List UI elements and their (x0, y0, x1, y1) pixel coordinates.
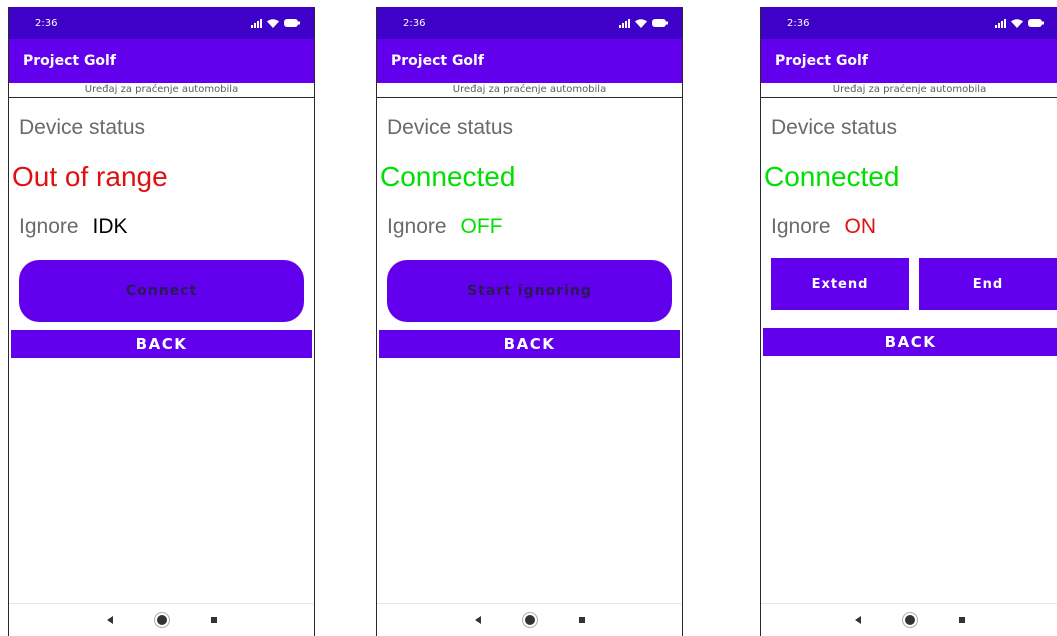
status-time: 2:36 (403, 17, 426, 29)
connection-status: Connected (380, 161, 516, 192)
ignore-value: IDK (92, 215, 128, 238)
connect-button[interactable]: Connect (19, 260, 304, 322)
back-triangle-icon[interactable] (106, 616, 113, 624)
end-button[interactable]: End (919, 258, 1057, 310)
home-circle-icon[interactable] (904, 615, 915, 625)
ignore-row: Ignore IDK (19, 215, 128, 239)
app-bar-title: Project Golf (9, 39, 314, 83)
ignore-value: OFF (460, 215, 503, 238)
wifi-icon (1011, 18, 1023, 28)
battery-icon (1028, 19, 1044, 27)
recent-square-icon[interactable] (578, 617, 585, 623)
phone-screen-connected-on: 2:36 Project Golf Uređaj za praćenje aut… (760, 7, 1057, 636)
status-bar: 2:36 (9, 7, 314, 39)
back-button[interactable]: BACK (379, 330, 680, 358)
home-circle-icon[interactable] (156, 615, 167, 625)
status-time: 2:36 (35, 17, 58, 29)
wifi-icon (267, 18, 279, 28)
ignore-label: Ignore (771, 215, 831, 238)
ignore-row: Ignore ON (771, 215, 876, 239)
status-icons (251, 18, 300, 28)
ignore-label: Ignore (387, 215, 447, 238)
android-nav-bar (377, 603, 682, 636)
recent-square-icon[interactable] (958, 617, 965, 623)
device-status-label: Device status (387, 116, 514, 139)
app-subtitle: Uređaj za praćenje automobila (761, 83, 1057, 98)
ignore-label: Ignore (19, 215, 79, 238)
extend-button[interactable]: Extend (771, 258, 909, 310)
ignore-row: Ignore OFF (387, 215, 503, 239)
ignore-value: ON (844, 215, 877, 238)
signal-icon (251, 18, 262, 28)
status-bar: 2:36 (761, 7, 1057, 39)
app-subtitle: Uređaj za praćenje automobila (9, 83, 314, 98)
phone-screen-connected-off: 2:36 Project Golf Uređaj za praćenje aut… (376, 7, 683, 636)
android-nav-bar (761, 603, 1057, 636)
app-bar-title: Project Golf (377, 39, 682, 83)
phone-screen-out-of-range: 2:36 Project Golf Uređaj za praćenje aut… (8, 7, 315, 636)
start-ignoring-button[interactable]: Start ignoring (387, 260, 672, 322)
connection-status: Out of range (12, 161, 168, 192)
battery-icon (284, 19, 300, 27)
signal-icon (995, 18, 1006, 28)
status-time: 2:36 (787, 17, 810, 29)
device-status-label: Device status (19, 116, 146, 139)
home-circle-icon[interactable] (524, 615, 535, 625)
main-content: Device status Connected Ignore ON Extend… (761, 98, 1057, 636)
main-content: Device status Out of range Ignore IDK Co… (9, 98, 314, 636)
screenshots-stage: 2:36 Project Golf Uređaj za praćenje aut… (0, 0, 1057, 636)
device-status-label: Device status (771, 116, 898, 139)
status-icons (619, 18, 668, 28)
back-button[interactable]: BACK (763, 328, 1057, 356)
back-triangle-icon[interactable] (854, 616, 861, 624)
signal-icon (619, 18, 630, 28)
status-bar: 2:36 (377, 7, 682, 39)
back-triangle-icon[interactable] (474, 616, 481, 624)
main-content: Device status Connected Ignore OFF Start… (377, 98, 682, 636)
ignore-actions-row: Extend End (771, 258, 1057, 310)
back-button[interactable]: BACK (11, 330, 312, 358)
connection-status: Connected (764, 161, 900, 192)
battery-icon (652, 19, 668, 27)
status-icons (995, 18, 1044, 28)
recent-square-icon[interactable] (210, 617, 217, 623)
android-nav-bar (9, 603, 314, 636)
wifi-icon (635, 18, 647, 28)
app-subtitle: Uređaj za praćenje automobila (377, 83, 682, 98)
app-bar-title: Project Golf (761, 39, 1057, 83)
